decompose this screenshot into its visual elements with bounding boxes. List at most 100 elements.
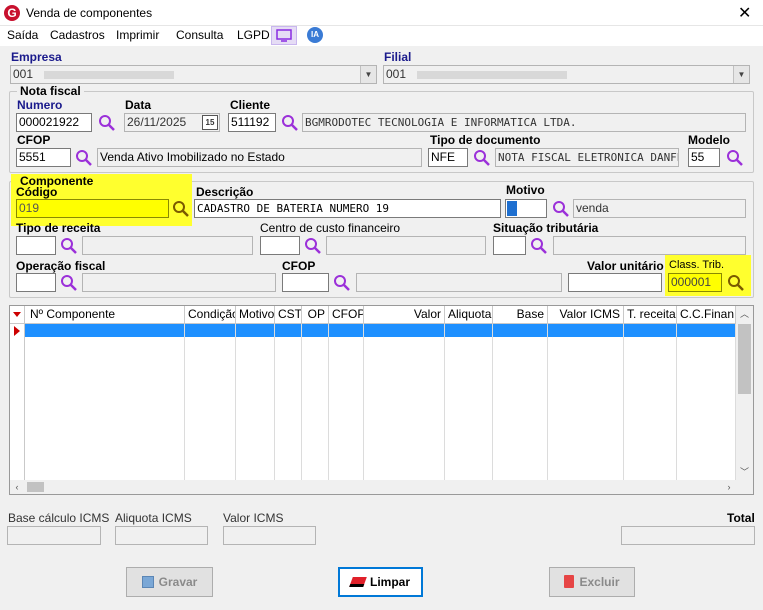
chevron-right-icon[interactable]: ›: [722, 480, 736, 494]
search-icon[interactable]: [529, 236, 549, 256]
chevron-down-icon[interactable]: ﹀: [736, 464, 753, 480]
filial-value: 001: [386, 67, 407, 81]
numero-field[interactable]: 000021922: [16, 113, 92, 132]
cfop-label: CFOP: [17, 133, 51, 147]
menu-imprimir[interactable]: Imprimir: [116, 28, 159, 42]
cfop-field[interactable]: 5551: [16, 148, 71, 167]
search-icon[interactable]: [551, 199, 571, 219]
excluir-label: Excluir: [579, 575, 620, 589]
situacao-trib-field[interactable]: [493, 236, 526, 255]
search-icon[interactable]: [97, 113, 117, 133]
chevron-down-icon[interactable]: ▼: [360, 66, 376, 83]
class-trib-field[interactable]: 000001: [668, 273, 722, 292]
horizontal-scrollbar[interactable]: ‹ ›: [10, 480, 736, 494]
col-valor[interactable]: Valor: [364, 306, 445, 324]
search-icon[interactable]: [303, 236, 323, 256]
cfop-comp-field[interactable]: [282, 273, 329, 292]
col-valor-icms[interactable]: Valor ICMS: [548, 306, 624, 324]
empresa-select[interactable]: 001 ▼: [10, 65, 377, 84]
situacao-trib-label: Situação tributária: [493, 221, 599, 235]
ia-badge-icon[interactable]: IA: [307, 27, 323, 43]
cfop-desc-field: Venda Ativo Imobilizado no Estado: [97, 148, 422, 167]
grid-col-line: [25, 324, 185, 480]
trash-icon: [564, 575, 575, 588]
codigo-label: Código: [16, 185, 58, 199]
col-aliquota[interactable]: Aliquota: [445, 306, 493, 324]
centro-custo-field[interactable]: [260, 236, 300, 255]
valor-unitario-field[interactable]: [568, 273, 662, 292]
search-icon[interactable]: [171, 199, 191, 219]
menu-bar: [0, 26, 763, 46]
search-icon[interactable]: [59, 236, 79, 256]
col-op[interactable]: OP: [302, 306, 329, 324]
col-condicao[interactable]: Condição: [185, 306, 236, 324]
chevron-down-icon[interactable]: ▼: [733, 66, 749, 83]
codigo-field[interactable]: 019: [16, 199, 169, 218]
nota-fiscal-title: Nota fiscal: [17, 84, 84, 98]
motivo-cursor: [507, 201, 517, 216]
gravar-button[interactable]: Gravar: [126, 567, 213, 597]
vertical-scrollbar[interactable]: ︿ ﹀: [736, 306, 753, 480]
descricao-field[interactable]: CADASTRO DE BATERIA NUMERO 19: [194, 199, 501, 218]
data-field[interactable]: 26/11/2025 15: [124, 113, 220, 132]
modelo-field[interactable]: 55: [688, 148, 720, 167]
scroll-corner: [736, 480, 753, 494]
col-base[interactable]: Base: [493, 306, 548, 324]
situacao-trib-desc: [553, 236, 746, 255]
menu-saida[interactable]: Saída: [7, 28, 38, 42]
search-icon[interactable]: [332, 273, 352, 293]
close-icon[interactable]: ✕: [738, 3, 751, 23]
operacao-fiscal-field[interactable]: [16, 273, 56, 292]
tipo-doc-field[interactable]: NFE: [428, 148, 468, 167]
sort-indicator[interactable]: [10, 306, 25, 324]
grid-col-line: [185, 324, 236, 480]
tipo-receita-desc: [82, 236, 253, 255]
vertical-scroll-thumb[interactable]: [738, 324, 751, 394]
search-icon[interactable]: [726, 273, 746, 293]
filial-label: Filial: [384, 50, 412, 64]
limpar-button[interactable]: Limpar: [338, 567, 423, 597]
motivo-field[interactable]: [505, 199, 547, 218]
menu-cadastros[interactable]: Cadastros: [50, 28, 105, 42]
menu-consulta[interactable]: Consulta: [176, 28, 223, 42]
search-icon[interactable]: [472, 148, 492, 168]
search-icon[interactable]: [280, 113, 300, 133]
search-icon[interactable]: [59, 273, 79, 293]
data-value: 26/11/2025: [127, 115, 187, 129]
col-n-componente[interactable]: Nº Componente: [25, 306, 185, 324]
calendar-icon[interactable]: 15: [202, 115, 218, 130]
tipo-receita-field[interactable]: [16, 236, 56, 255]
cliente-codigo-field[interactable]: 511192: [228, 113, 276, 132]
grid-col-line: [236, 324, 275, 480]
tipo-doc-desc-field: NOTA FISCAL ELETRONICA DANFE: [495, 148, 679, 167]
chevron-left-icon[interactable]: ‹: [10, 480, 24, 494]
base-calculo-label: Base cálculo ICMS: [8, 511, 110, 525]
motivo-desc-field: venda: [573, 199, 746, 218]
col-cfop[interactable]: CFOP: [329, 306, 364, 324]
filial-select[interactable]: 001 ▼: [383, 65, 750, 84]
col-motivo[interactable]: Motivo: [236, 306, 275, 324]
search-icon[interactable]: [725, 148, 745, 168]
chevron-up-icon[interactable]: ︿: [736, 306, 753, 322]
aliquota-icms-label: Aliquota ICMS: [115, 511, 192, 525]
filial-redacted: [417, 70, 568, 79]
empresa-value: 001: [13, 67, 34, 81]
tipo-receita-label: Tipo de receita: [16, 221, 101, 235]
valor-unitario-label: Valor unitário: [587, 259, 664, 273]
base-calculo-field: [7, 526, 101, 545]
row-indicator-column: [10, 324, 25, 480]
search-icon[interactable]: [74, 148, 94, 168]
app-logo-icon: G: [4, 5, 20, 21]
gravar-label: Gravar: [158, 575, 198, 589]
col-cc-finan[interactable]: C.C.Finan: [677, 306, 736, 324]
save-icon: [141, 576, 154, 588]
excluir-button[interactable]: Excluir: [549, 567, 635, 597]
menu-lgpd[interactable]: LGPD: [237, 28, 270, 42]
components-grid[interactable]: Nº Componente Condição Motivo CST OP CFO…: [9, 305, 754, 495]
col-cst[interactable]: CST: [275, 306, 302, 324]
grid-col-line: [548, 324, 624, 480]
col-t-receita[interactable]: T. receita: [624, 306, 677, 324]
grid-col-line: [275, 324, 302, 480]
monitor-icon[interactable]: [271, 26, 297, 45]
horizontal-scroll-thumb[interactable]: [27, 482, 44, 492]
